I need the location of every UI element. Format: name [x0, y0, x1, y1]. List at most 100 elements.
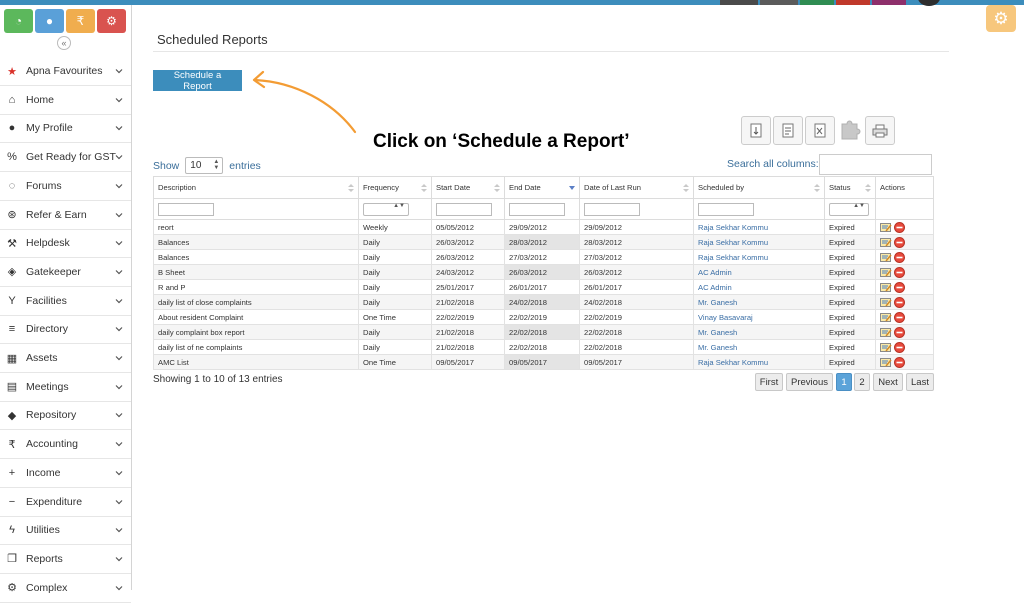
- filter-cell: [504, 198, 580, 220]
- scheduled-by-cell[interactable]: Mr. Ganesh: [693, 339, 825, 355]
- last-run-cell: 26/01/2017: [579, 279, 694, 295]
- sidebar-item-accounting[interactable]: ₹ Accounting: [0, 430, 131, 460]
- scheduled-by-cell[interactable]: Raja Sekhar Kommu: [693, 249, 825, 265]
- last-page-button[interactable]: Last: [906, 373, 934, 391]
- delete-icon[interactable]: [894, 221, 905, 233]
- chat-quick-button[interactable]: ●: [35, 9, 64, 33]
- dashboard-quick-button[interactable]: ◔: [4, 9, 33, 33]
- sidebar-item-label: Utilities: [26, 524, 60, 537]
- csv-button[interactable]: [773, 116, 803, 145]
- previous-page-button[interactable]: Previous: [786, 373, 833, 391]
- scheduled-by-cell[interactable]: Raja Sekhar Kommu: [693, 219, 825, 235]
- scheduled-by-cell[interactable]: Mr. Ganesh: [693, 324, 825, 340]
- sort-both-icon: [865, 184, 871, 192]
- column-header-actions: Actions: [875, 176, 934, 199]
- column-header-end-date[interactable]: End Date: [504, 176, 580, 199]
- delete-icon[interactable]: [894, 281, 905, 293]
- end-date-cell: 09/05/2017: [504, 354, 580, 370]
- pdf-button[interactable]: [835, 116, 863, 143]
- edit-icon[interactable]: [880, 357, 892, 368]
- sidebar-item-helpdesk[interactable]: ⚒ Helpdesk: [0, 229, 131, 259]
- delete-icon[interactable]: [894, 251, 905, 263]
- collapse-sidebar-button[interactable]: «: [57, 36, 71, 50]
- sidebar-item-directory[interactable]: ≡ Directory: [0, 315, 131, 345]
- rupee-quick-button[interactable]: ₹: [66, 9, 95, 33]
- edit-icon[interactable]: [880, 252, 892, 263]
- frequency-filter-select[interactable]: ▲▼: [363, 202, 409, 216]
- scheduled-by-cell[interactable]: Raja Sekhar Kommu: [693, 234, 825, 250]
- copy-button[interactable]: [741, 116, 771, 145]
- sidebar-item-utilities[interactable]: ϟ Utilities: [0, 516, 131, 546]
- avatar[interactable]: [918, 0, 940, 6]
- delete-icon[interactable]: [894, 326, 905, 338]
- last-run-filter-input[interactable]: [584, 202, 640, 216]
- edit-icon[interactable]: [880, 327, 892, 338]
- column-header-status[interactable]: Status: [824, 176, 876, 199]
- sidebar-item-refer-earn[interactable]: ⊛ Refer & Earn: [0, 201, 131, 230]
- column-header-frequency[interactable]: Frequency: [358, 176, 432, 199]
- sidebar-item-repository[interactable]: ◆ Repository: [0, 401, 131, 431]
- delete-icon[interactable]: [894, 311, 905, 323]
- schedule-report-button[interactable]: Schedule a Report: [153, 70, 242, 92]
- scheduled-by-cell[interactable]: AC Admin: [693, 264, 825, 280]
- sidebar-item-home[interactable]: ⌂ Home: [0, 86, 131, 115]
- sidebar-item-complex[interactable]: ⚙ Complex: [0, 574, 131, 603]
- column-header-scheduled-by[interactable]: Scheduled by: [693, 176, 825, 199]
- start-date-filter-input[interactable]: [436, 202, 492, 216]
- start-date-cell: 24/03/2012: [431, 264, 505, 280]
- sidebar-item-income[interactable]: + Income: [0, 459, 131, 488]
- sidebar-item-reports[interactable]: ❐ Reports: [0, 545, 131, 574]
- chevron-down-icon: [115, 356, 123, 361]
- chevron-down-icon: [115, 585, 123, 590]
- page-2-button[interactable]: 2: [854, 373, 870, 391]
- description-filter-input[interactable]: [158, 202, 214, 216]
- delete-icon[interactable]: [894, 296, 905, 308]
- sidebar-item-label: Forums: [26, 179, 62, 192]
- search-input[interactable]: [819, 154, 932, 175]
- column-header-label: Start Date: [436, 183, 471, 192]
- edit-icon[interactable]: [880, 222, 892, 233]
- end-date-filter-input[interactable]: [509, 202, 565, 216]
- scheduled-by-filter-input[interactable]: [698, 202, 754, 216]
- sidebar-item-forums[interactable]: ◌ Forums: [0, 172, 131, 201]
- column-header-description[interactable]: Description: [153, 176, 359, 199]
- delete-icon[interactable]: [894, 356, 905, 368]
- sidebar-item-my-profile[interactable]: ● My Profile: [0, 114, 131, 144]
- edit-icon[interactable]: [880, 297, 892, 308]
- edit-icon[interactable]: [880, 282, 892, 293]
- sidebar-item-apna-favourites[interactable]: ★ Apna Favourites: [0, 57, 131, 86]
- settings-quick-button[interactable]: ⚙: [97, 9, 126, 33]
- actions-cell: [875, 309, 934, 325]
- scheduled-by-cell[interactable]: Raja Sekhar Kommu: [693, 354, 825, 370]
- scheduled-by-cell[interactable]: AC Admin: [693, 279, 825, 295]
- edit-icon[interactable]: [880, 312, 892, 323]
- sidebar-item-meetings[interactable]: ▤ Meetings: [0, 373, 131, 402]
- column-header-start-date[interactable]: Start Date: [431, 176, 505, 199]
- sidebar-item-get-ready-for-gst[interactable]: % Get Ready for GST: [0, 143, 131, 173]
- start-date-cell: 21/02/2018: [431, 324, 505, 340]
- status-filter-select[interactable]: ▲▼: [829, 202, 869, 216]
- edit-icon[interactable]: [880, 267, 892, 278]
- sidebar: ◔ ● ₹ ⚙ « ★ Apna Favourites ⌂ Home ● My Profile%…: [0, 5, 132, 603]
- sidebar-item-gatekeeper[interactable]: ◈ Gatekeeper: [0, 258, 131, 287]
- edit-icon[interactable]: [880, 237, 892, 248]
- first-page-button[interactable]: First: [755, 373, 783, 391]
- scheduled-by-cell[interactable]: Mr. Ganesh: [693, 294, 825, 310]
- print-button[interactable]: [865, 116, 895, 145]
- next-page-button[interactable]: Next: [873, 373, 903, 391]
- scheduled-by-cell[interactable]: Vinay Basavaraj: [693, 309, 825, 325]
- page-1-button[interactable]: 1: [836, 373, 852, 391]
- filter-cell: [579, 198, 694, 220]
- delete-icon[interactable]: [894, 236, 905, 248]
- sidebar-item-assets[interactable]: ▦ Assets: [0, 344, 131, 373]
- edit-icon[interactable]: [880, 342, 892, 353]
- settings-gear-button[interactable]: ⚙: [986, 5, 1016, 32]
- delete-icon[interactable]: [894, 266, 905, 278]
- sidebar-item-expenditure[interactable]: − Expenditure: [0, 488, 131, 517]
- column-header-date-of-last-run[interactable]: Date of Last Run: [579, 176, 694, 199]
- excel-button[interactable]: [805, 116, 835, 145]
- sidebar-item-facilities[interactable]: Y Facilities: [0, 287, 131, 316]
- delete-icon[interactable]: [894, 341, 905, 353]
- callout-arrow-icon: [252, 70, 357, 134]
- page-length-select[interactable]: 10 ▲ ▼: [185, 157, 224, 174]
